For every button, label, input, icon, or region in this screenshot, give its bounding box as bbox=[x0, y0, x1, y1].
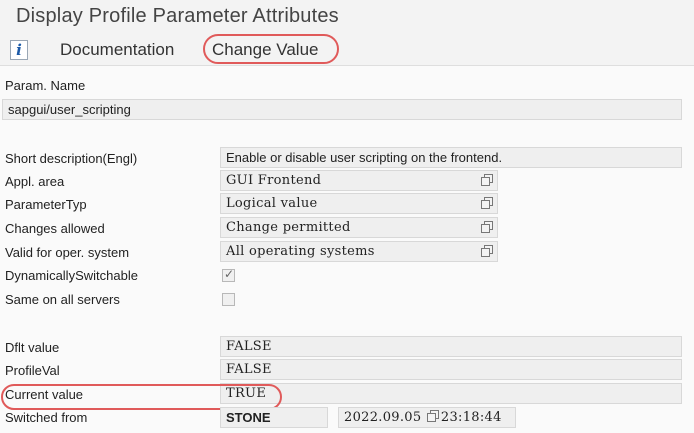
valid-os-field[interactable]: All operating systems bbox=[220, 241, 498, 262]
value-help-icon[interactable] bbox=[481, 221, 494, 234]
changes-allowed-value: Change permitted bbox=[226, 220, 351, 235]
application-toolbar: i Documentation Change Value bbox=[0, 34, 694, 66]
window-title: Display Profile Parameter Attributes bbox=[16, 5, 339, 27]
value-help-icon[interactable] bbox=[481, 174, 494, 187]
parameter-type-field[interactable]: Logical value bbox=[220, 193, 498, 214]
title-bar: Display Profile Parameter Attributes bbox=[0, 0, 694, 34]
info-icon[interactable]: i bbox=[10, 40, 28, 60]
param-name-field[interactable]: sapgui/user_scripting bbox=[2, 99, 682, 120]
dynamically-switchable-checkbox[interactable] bbox=[222, 267, 235, 282]
same-on-all-servers-checkbox[interactable] bbox=[222, 293, 235, 306]
switched-from-field[interactable]: STONE bbox=[220, 407, 328, 428]
parameter-type-value: Logical value bbox=[226, 196, 318, 211]
switched-date: 2022.09.05 bbox=[344, 410, 422, 425]
profile-value-label: ProfileVal bbox=[5, 363, 60, 378]
documentation-button[interactable]: Documentation bbox=[60, 40, 174, 60]
param-name-label: Param. Name bbox=[5, 78, 86, 93]
parameter-form: Param. Name sapgui/user_scripting Short … bbox=[0, 66, 694, 433]
current-value-field[interactable]: TRUE bbox=[220, 383, 682, 404]
default-value-field[interactable]: FALSE bbox=[220, 336, 682, 357]
short-description-label: Short description(Engl) bbox=[5, 151, 138, 166]
switched-time: 23:18:44 bbox=[440, 410, 502, 425]
appl-area-label: Appl. area bbox=[5, 174, 65, 189]
changes-allowed-field[interactable]: Change permitted bbox=[220, 217, 498, 238]
dynamically-switchable-label: DynamicallySwitchable bbox=[5, 268, 138, 283]
changes-allowed-label: Changes allowed bbox=[5, 221, 105, 236]
parameter-type-label: ParameterTyp bbox=[5, 197, 87, 212]
default-value-label: Dflt value bbox=[5, 340, 60, 355]
switched-timestamp-field[interactable]: 2022.09.05 23:18:44 bbox=[338, 407, 516, 428]
value-help-icon[interactable] bbox=[426, 410, 440, 423]
profile-value-field[interactable]: FALSE bbox=[220, 359, 682, 380]
short-description-field[interactable]: Enable or disable user scripting on the … bbox=[220, 147, 682, 168]
change-value-button[interactable]: Change Value bbox=[212, 40, 319, 60]
valid-os-label: Valid for oper. system bbox=[5, 245, 130, 260]
valid-os-value: All operating systems bbox=[226, 244, 375, 259]
same-on-all-servers-label: Same on all servers bbox=[5, 292, 120, 307]
value-help-icon[interactable] bbox=[481, 245, 494, 258]
appl-area-value: GUI Frontend bbox=[226, 173, 322, 188]
switched-from-label: Switched from bbox=[5, 410, 88, 425]
appl-area-field[interactable]: GUI Frontend bbox=[220, 170, 498, 191]
value-help-icon[interactable] bbox=[481, 197, 494, 210]
current-value-label: Current value bbox=[5, 387, 84, 402]
